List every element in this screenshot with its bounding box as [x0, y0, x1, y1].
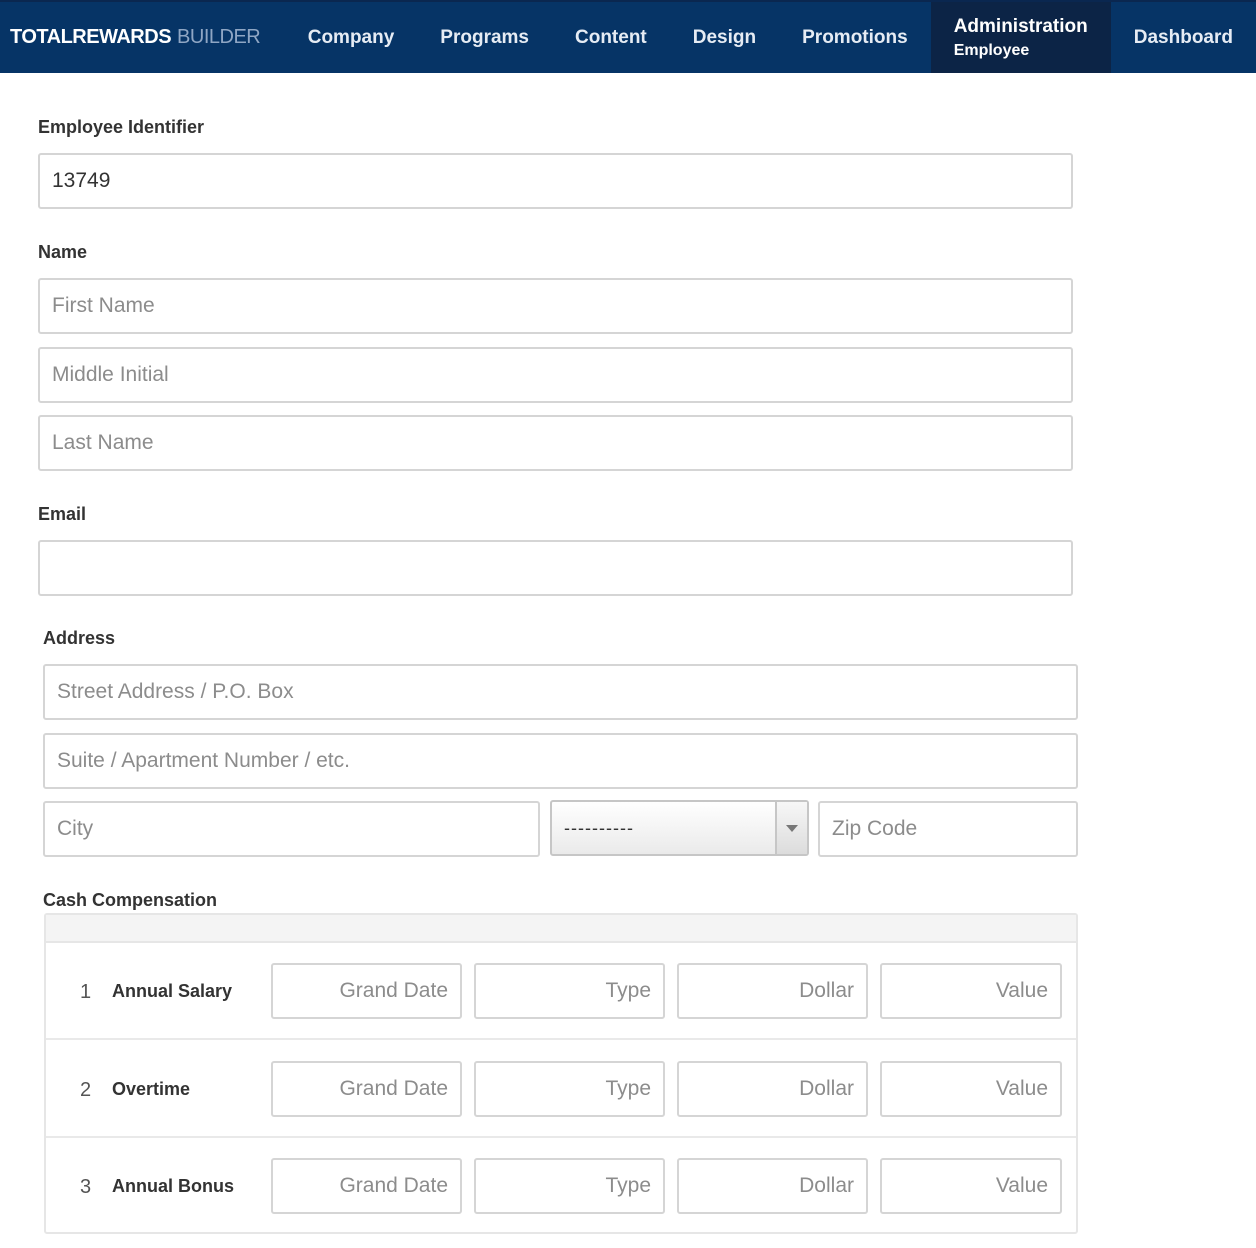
first-name-input[interactable]	[38, 278, 1073, 334]
cash-compensation-label: Cash Compensation	[43, 890, 218, 910]
cash-compensation-panel-header	[46, 915, 1076, 943]
nav-design[interactable]: Design	[670, 2, 779, 73]
address-label: Address	[43, 628, 116, 648]
state-select-value: ----------	[564, 817, 634, 838]
value-input[interactable]	[880, 963, 1062, 1019]
state-select[interactable]: ----------	[550, 800, 809, 856]
brand-main: TOTALREWARDS	[10, 26, 172, 48]
zip-code-input[interactable]	[818, 801, 1078, 857]
type-input[interactable]	[474, 1158, 665, 1214]
dollar-input[interactable]	[677, 963, 868, 1019]
nav-content[interactable]: Content	[552, 2, 670, 73]
type-input[interactable]	[474, 963, 665, 1019]
row-label: Overtime	[112, 1079, 191, 1099]
nav-programs[interactable]: Programs	[417, 2, 552, 73]
chevron-down-icon[interactable]	[775, 802, 807, 854]
row-label: Annual Bonus	[112, 1176, 234, 1196]
grand-date-input[interactable]	[271, 1158, 462, 1214]
suite-input[interactable]	[43, 733, 1078, 789]
city-input[interactable]	[43, 801, 540, 857]
brand-sub: BUILDER	[177, 26, 261, 48]
last-name-input[interactable]	[38, 415, 1073, 471]
employee-identifier-input[interactable]	[38, 153, 1073, 209]
value-input[interactable]	[880, 1158, 1062, 1214]
row-number: 3	[80, 1176, 92, 1198]
top-navbar: TOTALREWARDS BUILDER Company Programs Co…	[0, 0, 1256, 73]
employee-identifier-label: Employee Identifier	[38, 117, 205, 137]
email-label: Email	[38, 504, 87, 524]
value-input[interactable]	[880, 1061, 1062, 1117]
dollar-input[interactable]	[677, 1158, 868, 1214]
nav-administration[interactable]: Administration Employee	[930, 2, 1111, 73]
dollar-input[interactable]	[677, 1061, 868, 1117]
street-address-input[interactable]	[43, 664, 1078, 720]
table-row: 2 Overtime	[46, 1041, 1076, 1138]
grand-date-input[interactable]	[271, 963, 462, 1019]
type-input[interactable]	[474, 1061, 665, 1117]
table-row: 3 Annual Bonus	[46, 1138, 1076, 1235]
middle-initial-input[interactable]	[38, 347, 1073, 403]
nav-administration-sub: Employee	[953, 41, 1030, 59]
grand-date-input[interactable]	[271, 1061, 462, 1117]
nav-promotions[interactable]: Promotions	[779, 2, 931, 73]
email-input[interactable]	[38, 540, 1073, 596]
name-label: Name	[38, 242, 88, 262]
table-row: 1 Annual Salary	[46, 943, 1076, 1040]
cash-compensation-panel: 1 Annual Salary 2 Overtime 3 Annual Bonu…	[44, 913, 1078, 1234]
row-label: Annual Salary	[112, 981, 233, 1001]
row-number: 1	[80, 981, 92, 1003]
brand-logo[interactable]: TOTALREWARDS BUILDER	[0, 2, 285, 73]
nav-company[interactable]: Company	[285, 2, 418, 73]
nav-dashboard[interactable]: Dashboard	[1111, 2, 1256, 73]
row-number: 2	[80, 1079, 92, 1101]
